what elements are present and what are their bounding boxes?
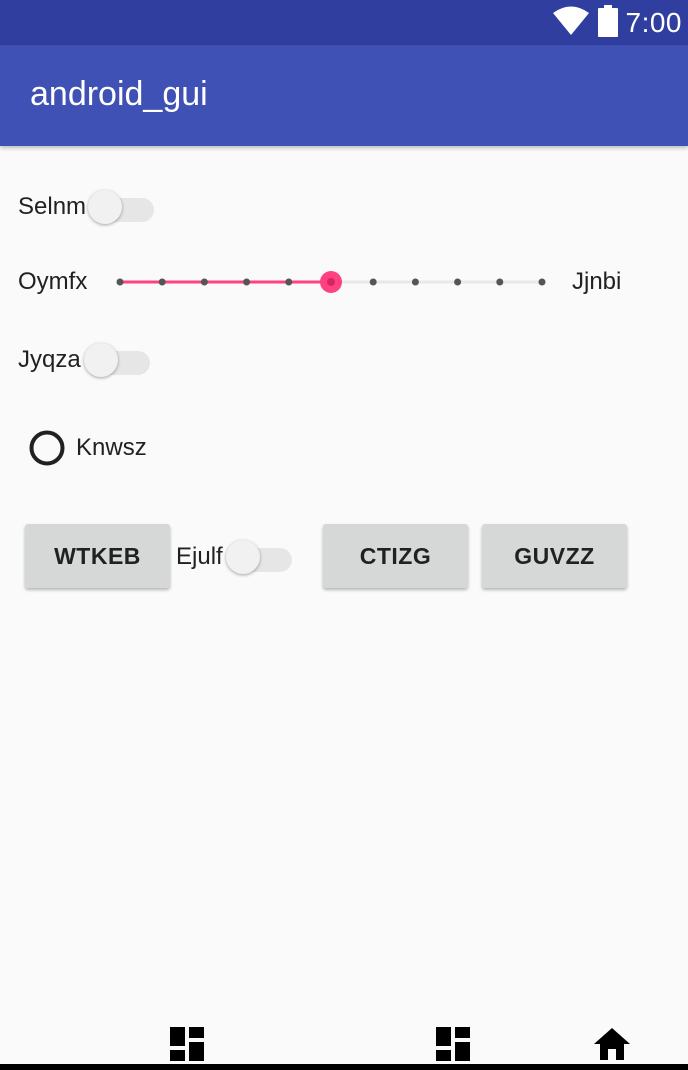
switch-label-ejulf: Ejulf	[176, 543, 223, 570]
button-ctizg[interactable]: CTIZG	[323, 524, 468, 588]
seekbar-thumb-center	[327, 278, 335, 286]
app-title: android_gui	[30, 75, 208, 113]
app-bar: android_gui	[0, 45, 688, 146]
seekbar-tick	[496, 278, 504, 286]
status-icons: 7:00	[552, 4, 683, 42]
radio-label-knwsz[interactable]: Knwsz	[76, 434, 147, 462]
seekbar-graphic	[116, 271, 546, 293]
switch-selnm[interactable]	[88, 187, 158, 227]
radio-unchecked-icon	[29, 430, 65, 466]
status-bar: 7:00	[0, 0, 688, 45]
dashboard-icon[interactable]	[170, 1027, 204, 1066]
seekbar-tick	[411, 278, 419, 286]
seekbar-tick	[538, 278, 546, 286]
switch-jyqza[interactable]	[84, 340, 154, 380]
switch-ejulf[interactable]	[226, 537, 296, 577]
seekbar-tick	[158, 278, 166, 286]
button-wtkeb[interactable]: WTKEB	[25, 524, 170, 588]
button-guvzz[interactable]: GUVZZ	[482, 524, 627, 588]
slider-right-label: Jjnbi	[572, 268, 622, 295]
switch-thumb[interactable]	[226, 540, 260, 574]
home-icon[interactable]	[594, 1028, 630, 1065]
battery-icon	[597, 4, 618, 42]
seekbar-tick	[285, 278, 293, 286]
radio-button-knwsz[interactable]	[29, 430, 65, 466]
seekbar-tick	[243, 278, 251, 286]
seekbar[interactable]	[108, 262, 554, 302]
navigation-bar-edge	[0, 1064, 688, 1070]
slider-left-label: Oymfx	[18, 268, 88, 295]
seekbar-tick	[200, 278, 208, 286]
switch-label-jyqza: Jyqza	[18, 346, 81, 373]
seekbar-tick	[116, 278, 124, 286]
seekbar-tick	[369, 278, 377, 286]
switch-label-selnm: Selnm	[18, 193, 87, 220]
status-time: 7:00	[625, 7, 682, 38]
switch-thumb[interactable]	[84, 343, 118, 377]
seekbar-tick	[454, 278, 462, 286]
wifi-icon	[552, 6, 590, 41]
dashboard-icon[interactable]	[436, 1027, 470, 1066]
switch-thumb[interactable]	[88, 190, 122, 224]
